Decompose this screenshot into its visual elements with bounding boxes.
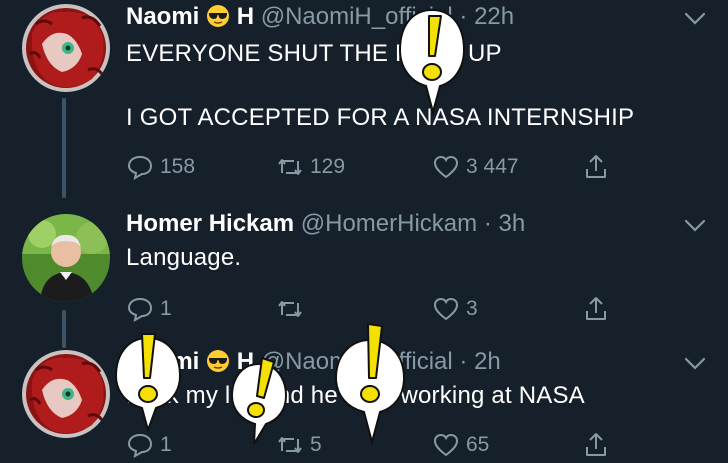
tweet-text: Fuck my life and he's I'm working at NAS… <box>126 382 585 409</box>
avatar-image <box>22 4 110 92</box>
tweet-header: Naomi H @NaomiH_official · 22h <box>126 3 514 31</box>
timestamp[interactable]: 22h <box>474 3 514 30</box>
tweet[interactable]: Homer Hickam @HomerHickam · 3h Language.… <box>0 200 728 340</box>
sunglasses-emoji <box>207 350 230 372</box>
tweet-text: Language. <box>126 244 242 271</box>
reply-button[interactable]: 1 <box>126 430 172 460</box>
like-count: 65 <box>466 433 490 456</box>
retweet-button[interactable]: 129 <box>276 152 345 182</box>
display-name-suffix: H <box>236 348 255 375</box>
like-button[interactable]: 3 447 <box>432 152 519 182</box>
retweet-icon <box>278 159 302 175</box>
avatar[interactable] <box>22 350 110 438</box>
chevron-down-icon[interactable] <box>684 12 706 26</box>
share-button[interactable] <box>582 152 616 182</box>
reply-icon <box>127 433 153 458</box>
tweet-actions: 1 5 65 <box>126 430 626 460</box>
sunglasses-emoji <box>207 5 230 27</box>
user-handle[interactable]: @NaomiH_official <box>261 348 453 375</box>
like-icon <box>433 297 459 321</box>
retweet-icon <box>278 301 302 317</box>
separator-dot: · <box>459 348 468 375</box>
reply-icon <box>127 297 153 322</box>
display-name[interactable]: Naomi <box>126 348 199 375</box>
avatar[interactable] <box>22 214 110 302</box>
share-button[interactable] <box>582 430 616 460</box>
tweet-actions: 1 3 <box>126 294 626 324</box>
display-name[interactable]: Homer Hickam <box>126 210 294 237</box>
reply-count: 158 <box>160 155 196 178</box>
retweet-button[interactable]: 5 <box>276 430 322 460</box>
tweet-text: EVERYONE SHUT THE FUCK UP I GOT ACCEPTED… <box>126 40 635 131</box>
reply-count: 1 <box>160 433 172 456</box>
display-name[interactable]: Naomi <box>126 3 199 30</box>
tweet-actions: 158 129 3 447 <box>126 152 626 182</box>
like-icon <box>433 155 459 179</box>
like-button[interactable]: 3 <box>432 294 478 324</box>
display-name-suffix: H <box>236 3 255 30</box>
retweet-count: 129 <box>310 155 346 178</box>
separator-dot: · <box>459 3 468 30</box>
reply-icon <box>127 155 153 180</box>
share-icon <box>586 297 606 320</box>
share-button[interactable] <box>582 294 616 324</box>
reply-button[interactable]: 158 <box>126 152 195 182</box>
avatar[interactable] <box>22 4 110 92</box>
chevron-down-icon[interactable] <box>684 357 706 371</box>
timestamp[interactable]: 2h <box>474 348 501 375</box>
reply-button[interactable]: 1 <box>126 294 172 324</box>
retweet-icon <box>278 437 302 453</box>
like-count: 3 447 <box>466 155 519 178</box>
share-icon <box>586 155 606 178</box>
separator-dot: · <box>483 210 492 237</box>
like-count: 3 <box>466 297 478 320</box>
tweet[interactable]: Naomi H @NaomiH_official · 22h EVERYONE … <box>0 0 728 200</box>
tweet-header: Homer Hickam @HomerHickam · 3h <box>126 210 525 238</box>
tweet-header: Naomi H @NaomiH_official · 2h <box>126 348 501 376</box>
retweet-count: 5 <box>310 433 322 456</box>
avatar-image <box>22 214 110 302</box>
like-button[interactable]: 65 <box>432 430 489 460</box>
timestamp[interactable]: 3h <box>498 210 525 237</box>
tweet[interactable]: Naomi H @NaomiH_official · 2h Fuck my li… <box>0 340 728 463</box>
user-handle[interactable]: @NaomiH_official <box>261 3 453 30</box>
retweet-button[interactable] <box>276 294 310 324</box>
like-icon <box>433 433 459 457</box>
reply-count: 1 <box>160 297 172 320</box>
chevron-down-icon[interactable] <box>684 219 706 233</box>
avatar-image <box>22 350 110 438</box>
user-handle[interactable]: @HomerHickam <box>301 210 477 237</box>
share-icon <box>586 433 606 456</box>
